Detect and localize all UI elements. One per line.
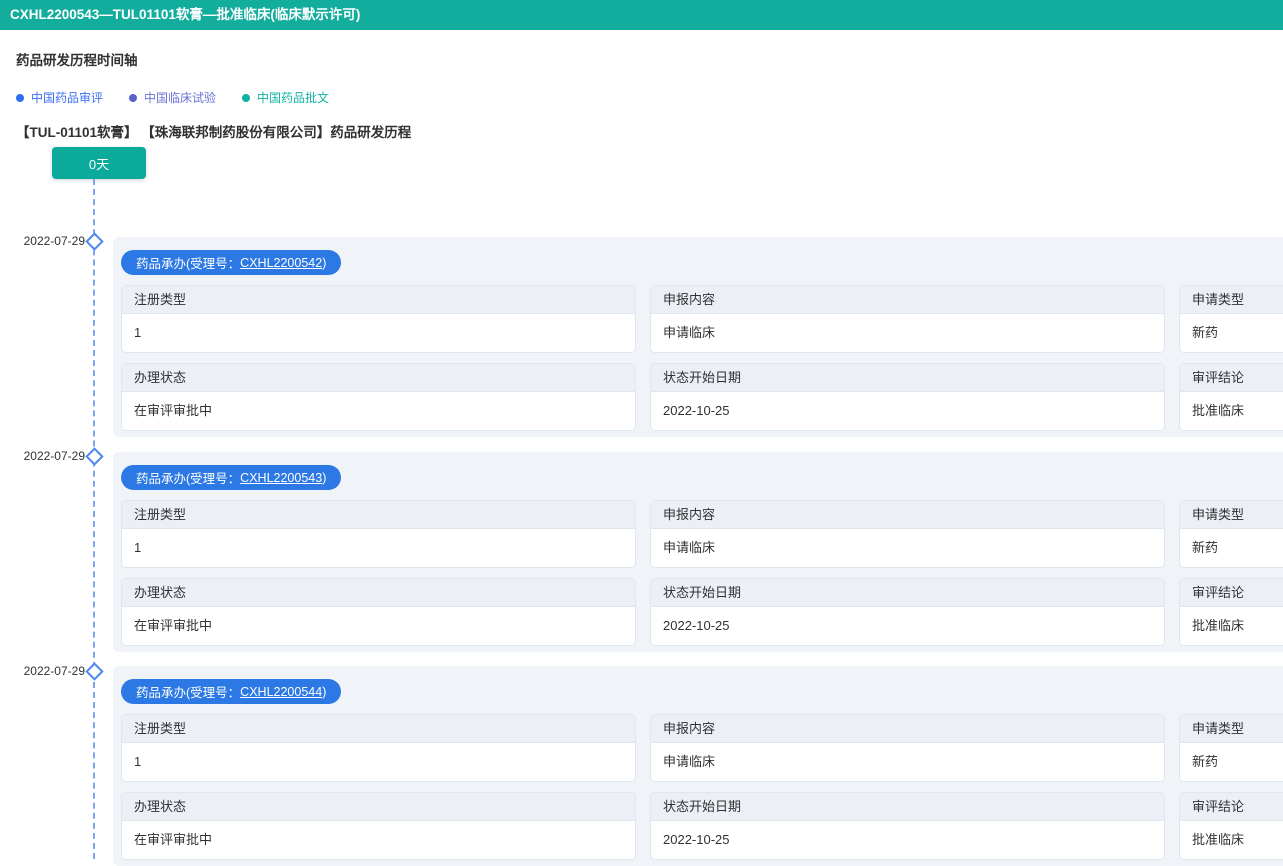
field-label: 审评结论: [1180, 579, 1283, 607]
field-label: 申请类型: [1180, 286, 1283, 314]
timeline-diamond-marker: [85, 447, 104, 466]
field-registration-type: 注册类型 1: [121, 500, 636, 568]
legend-dot-icon: [129, 93, 138, 102]
timeline-diamond-marker: [85, 662, 104, 681]
field-label: 申报内容: [651, 286, 1164, 314]
field-review-conclusion: 审评结论 批准临床: [1179, 792, 1283, 860]
duration-badge: 0天: [52, 147, 146, 179]
legend-item-label: 中国药品批文: [257, 91, 330, 105]
field-value: 1: [134, 540, 142, 555]
acceptance-number-link[interactable]: CXHL2200542: [240, 256, 322, 270]
field-label: 办理状态: [122, 579, 635, 607]
tag-suffix: ): [322, 255, 327, 270]
field-application-type: 申请类型 新药: [1179, 500, 1283, 568]
tag-prefix: 药品承办(受理号：: [136, 257, 241, 271]
field-label: 办理状态: [122, 364, 635, 392]
legend-item-label: 中国药品审评: [31, 91, 104, 105]
field-review-conclusion: 审评结论 批准临床: [1179, 363, 1283, 431]
field-declared-content: 申报内容 申请临床: [650, 714, 1165, 782]
field-registration-type: 注册类型 1: [121, 285, 636, 353]
field-value: 2022-10-25: [663, 832, 730, 847]
field-value: 2022-10-25: [663, 403, 730, 418]
event-date: 2022-07-29: [23, 664, 85, 678]
tag-suffix: ): [322, 684, 327, 699]
field-handling-status: 办理状态 在审评审批中: [121, 363, 636, 431]
field-grid: 注册类型 1 申报内容 申请临床 申请类型 新药 办理状态 在审评审批中 状态开…: [121, 714, 1283, 860]
field-label: 申报内容: [651, 501, 1164, 529]
legend-item[interactable]: 中国药品审评: [16, 89, 103, 106]
field-handling-status: 办理状态 在审评审批中: [121, 792, 636, 860]
legend-dot-icon: [242, 93, 251, 102]
field-value: 批准临床: [1192, 618, 1245, 633]
field-grid: 注册类型 1 申报内容 申请临床 申请类型 新药 办理状态 在审评审批中 状态开…: [121, 500, 1283, 646]
page-title: CXHL2200543—TUL01101软膏—批准临床(临床默示许可): [10, 7, 361, 22]
timeline-axis: [93, 179, 95, 859]
event-date: 2022-07-29: [23, 449, 85, 463]
field-value: 在审评审批中: [134, 403, 213, 418]
field-application-type: 申请类型 新药: [1179, 285, 1283, 353]
tag-prefix: 药品承办(受理号：: [136, 686, 241, 700]
acceptance-number-tag[interactable]: 药品承办(受理号： CXHL2200542): [121, 250, 342, 275]
event-card: 药品承办(受理号： CXHL2200544) 注册类型 1 申报内容 申请临床 申…: [113, 666, 1283, 866]
legend-item[interactable]: 中国药品批文: [242, 89, 329, 106]
field-value: 2022-10-25: [663, 618, 730, 633]
timeline-diamond-marker: [85, 232, 104, 251]
field-value: 申请临床: [663, 540, 716, 555]
field-label: 状态开始日期: [651, 364, 1164, 392]
tag-prefix: 药品承办(受理号：: [136, 472, 241, 486]
field-declared-content: 申报内容 申请临床: [650, 285, 1165, 353]
field-value: 1: [134, 754, 142, 769]
field-review-conclusion: 审评结论 批准临床: [1179, 578, 1283, 646]
field-value: 在审评审批中: [134, 832, 213, 847]
field-value: 1: [134, 325, 142, 340]
acceptance-number-link[interactable]: CXHL2200544: [240, 685, 322, 699]
field-status-start-date: 状态开始日期 2022-10-25: [650, 792, 1165, 860]
field-value: 新药: [1192, 754, 1219, 769]
acceptance-number-link[interactable]: CXHL2200543: [240, 471, 322, 485]
field-application-type: 申请类型 新药: [1179, 714, 1283, 782]
field-label: 申报内容: [651, 715, 1164, 743]
field-status-start-date: 状态开始日期 2022-10-25: [650, 578, 1165, 646]
drug-history-heading: 【TUL-01101软膏】 【珠海联邦制药股份有限公司】药品研发历程: [16, 125, 412, 140]
field-grid: 注册类型 1 申报内容 申请临床 申请类型 新药 办理状态 在审评审批中 状态开…: [121, 285, 1283, 431]
field-value: 新药: [1192, 540, 1219, 555]
acceptance-number-tag[interactable]: 药品承办(受理号： CXHL2200544): [121, 679, 342, 704]
field-label: 注册类型: [122, 286, 635, 314]
field-label: 审评结论: [1180, 793, 1283, 821]
field-value: 批准临床: [1192, 832, 1245, 847]
acceptance-number-tag[interactable]: 药品承办(受理号： CXHL2200543): [121, 465, 342, 490]
field-label: 办理状态: [122, 793, 635, 821]
tag-suffix: ): [322, 470, 327, 485]
window-title-bar: CXHL2200543—TUL01101软膏—批准临床(临床默示许可): [0, 0, 1283, 30]
field-value: 新药: [1192, 325, 1219, 340]
legend: 中国药品审评 中国临床试验 中国药品批文: [16, 89, 329, 106]
field-label: 审评结论: [1180, 364, 1283, 392]
field-value: 在审评审批中: [134, 618, 213, 633]
event-card: 药品承办(受理号： CXHL2200543) 注册类型 1 申报内容 申请临床 申…: [113, 452, 1283, 652]
field-value: 申请临床: [663, 754, 716, 769]
field-value: 批准临床: [1192, 403, 1245, 418]
field-declared-content: 申报内容 申请临床: [650, 500, 1165, 568]
event-date: 2022-07-29: [23, 234, 85, 248]
field-label: 状态开始日期: [651, 793, 1164, 821]
field-handling-status: 办理状态 在审评审批中: [121, 578, 636, 646]
field-registration-type: 注册类型 1: [121, 714, 636, 782]
legend-dot-icon: [16, 93, 24, 102]
field-label: 注册类型: [122, 501, 635, 529]
section-title: 药品研发历程时间轴: [16, 53, 138, 68]
field-label: 状态开始日期: [651, 579, 1164, 607]
field-status-start-date: 状态开始日期 2022-10-25: [650, 363, 1165, 431]
field-label: 申请类型: [1180, 501, 1283, 529]
field-label: 申请类型: [1180, 715, 1283, 743]
event-card: 药品承办(受理号： CXHL2200542) 注册类型 1 申报内容 申请临床 申…: [113, 237, 1283, 437]
field-label: 注册类型: [122, 715, 635, 743]
legend-item[interactable]: 中国临床试验: [129, 89, 216, 106]
legend-item-label: 中国临床试验: [144, 91, 217, 105]
field-value: 申请临床: [663, 325, 716, 340]
